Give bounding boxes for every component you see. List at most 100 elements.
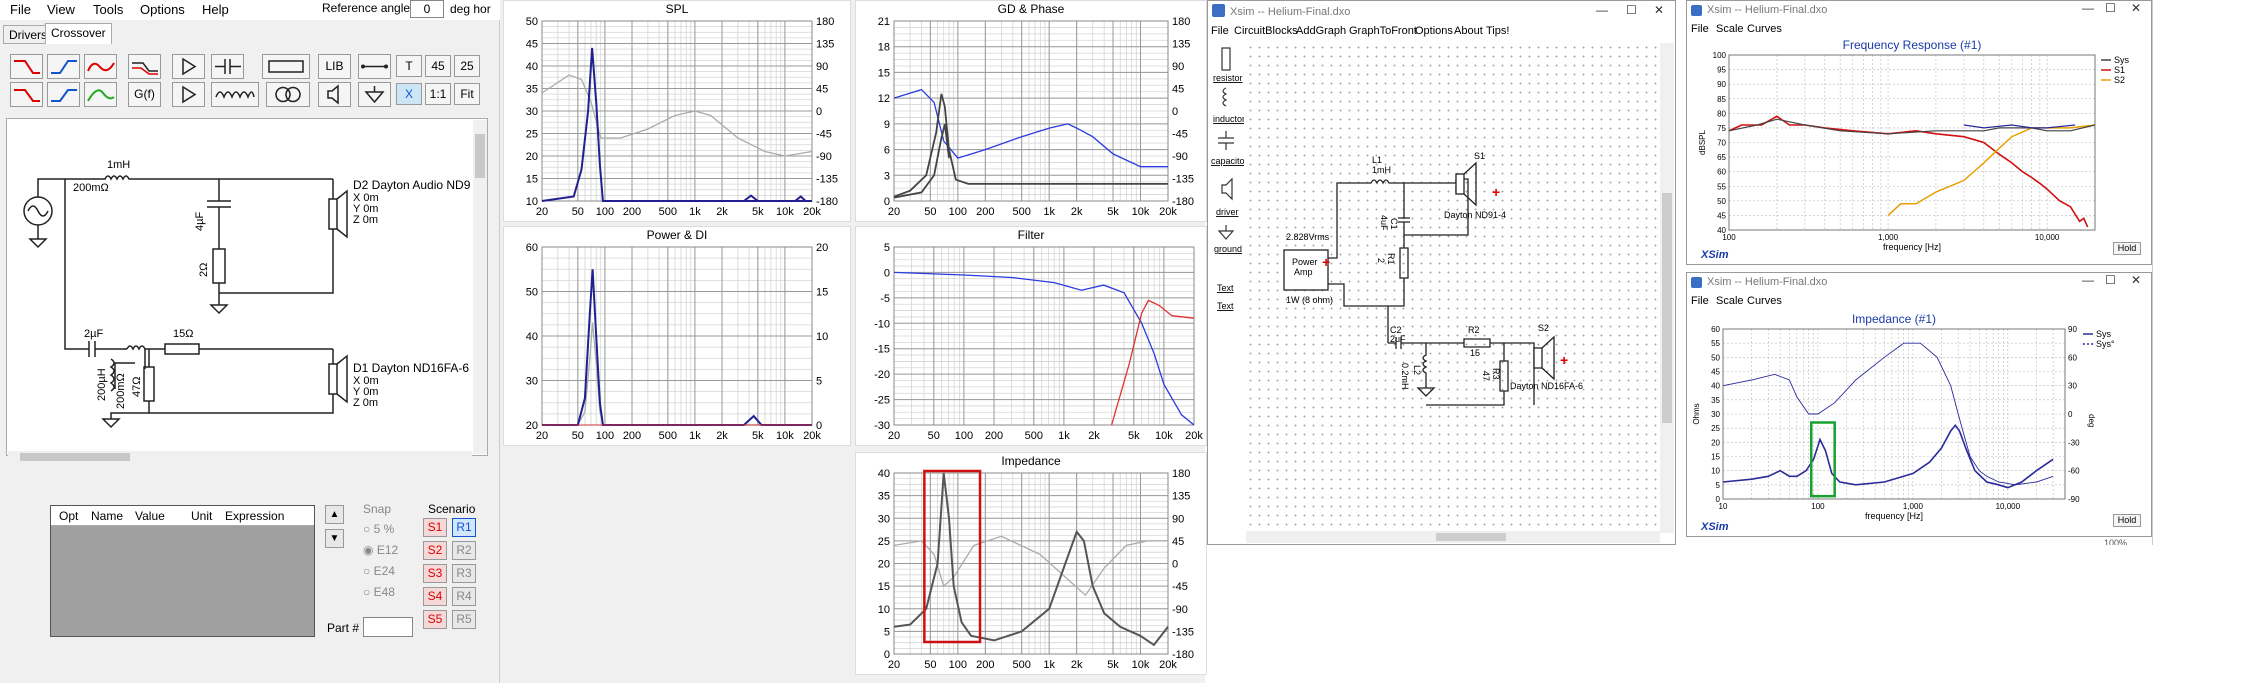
palette-text[interactable]: Text (1217, 283, 1234, 293)
speaker-icon[interactable] (318, 82, 351, 107)
palette-driver[interactable]: driver (1216, 207, 1239, 217)
xsim-menu-addgraph[interactable]: AddGraph (1296, 25, 1346, 37)
xsim-menu-tips[interactable]: Tips! (1486, 25, 1509, 37)
xsim-vertical-scrollbar[interactable] (1660, 43, 1674, 533)
schematic-horizontal-scrollbar[interactable] (8, 451, 472, 463)
col-name[interactable]: Name (91, 509, 123, 523)
scenario-s5-button[interactable]: S5 (423, 610, 447, 629)
col-unit[interactable]: Unit (191, 509, 212, 523)
col-value[interactable]: Value (135, 509, 165, 523)
fr-plot-area[interactable]: Frequency Response (#1) 100 95 90 85 80 75 70 65… (1687, 37, 2151, 264)
scenario-s4-button[interactable]: S4 (423, 587, 447, 606)
angle-25-button[interactable]: 25 (454, 55, 480, 77)
delete-button[interactable]: X (396, 83, 422, 105)
xsim-impedance-window[interactable]: Xsim -- Helium-Final.dxo — ☐ ✕ File Scal… (1686, 272, 2152, 537)
close-icon[interactable]: ✕ (2131, 273, 2141, 287)
snap-e48-radio[interactable]: ○ E48 (363, 585, 395, 599)
col-expression[interactable]: Expression (225, 509, 284, 523)
impedance-chart[interactable]: Impedance 20 50 100 200 500 1k 2k 5k 10k 20k 40 35 3… (855, 452, 1207, 675)
optimizer-table[interactable]: Opt Name Value Unit Expression (50, 505, 315, 637)
palette-inductor[interactable]: inductor (1213, 114, 1244, 124)
xsim-menu-circuitblocks[interactable]: CircuitBlocks (1234, 25, 1298, 37)
lowpass-blue-button[interactable] (47, 54, 80, 79)
minimize-icon[interactable]: — (2082, 1, 2094, 15)
angle-45-button[interactable]: 45 (425, 55, 451, 77)
power-di-chart[interactable]: Power & DI 20 50 100 200 500 1k 2k 5k 10k 20k 60 50… (503, 226, 851, 446)
imp-menu-scale[interactable]: Scale (1716, 295, 1744, 307)
menu-options[interactable]: Options (140, 2, 185, 17)
fr-menu-curves[interactable]: Curves (1747, 23, 1782, 35)
zoom-1-1-button[interactable]: 1:1 (425, 83, 451, 105)
resistor-icon[interactable] (262, 54, 310, 79)
maximize-icon[interactable]: ☐ (2105, 1, 2116, 15)
minimize-icon[interactable]: — (1596, 3, 1608, 17)
scenario-s1-button[interactable]: S1 (423, 518, 447, 537)
scenario-r2-button[interactable]: R2 (452, 541, 476, 560)
fr-menu-scale[interactable]: Scale (1716, 23, 1744, 35)
amplifier-outline-icon[interactable] (172, 82, 205, 107)
ground-icon[interactable] (358, 82, 391, 107)
menu-tools[interactable]: Tools (93, 2, 123, 17)
gd-phase-chart[interactable]: GD & Phase 20 50 100 200 500 1k 2k 5k 10k 20k 21 18… (855, 0, 1207, 222)
scenario-r3-button[interactable]: R3 (452, 564, 476, 583)
menu-help[interactable]: Help (202, 2, 229, 17)
fr-hold-button[interactable]: Hold (2113, 242, 2141, 255)
palette-capacitor[interactable]: capacitor (1211, 156, 1244, 166)
move-down-button[interactable]: ▼ (325, 529, 344, 548)
text-tool-button[interactable]: T (396, 55, 422, 77)
library-button[interactable]: LIB (318, 54, 351, 79)
transfer-function-button[interactable]: G(f) (128, 82, 161, 107)
lowpass-red-button[interactable] (10, 82, 43, 107)
inductor-icon[interactable] (211, 82, 259, 107)
tab-crossover[interactable]: Crossover (45, 23, 112, 44)
close-icon[interactable]: ✕ (1654, 3, 1664, 17)
spl-chart[interactable]: SPL 20 50 100 200 500 1k 2k 5k 10k 20k 50 45 40 35 30 2… (503, 0, 851, 222)
xsim-menu-graphtofront[interactable]: GraphToFront (1349, 25, 1417, 37)
transformer-icon[interactable] (266, 82, 310, 107)
xsim-menu-file[interactable]: File (1211, 25, 1229, 37)
scenario-r5-button[interactable]: R5 (452, 610, 476, 629)
snap-5-radio[interactable]: ○ 5 % (363, 522, 394, 536)
scenario-s3-button[interactable]: S3 (423, 564, 447, 583)
scenario-r1-button[interactable]: R1 (452, 518, 476, 537)
snap-e12-radio[interactable]: ◉ E12 (363, 543, 398, 557)
scenario-s2-button[interactable]: S2 (423, 541, 447, 560)
capacitor-icon[interactable] (211, 54, 244, 79)
xsim-menu-about[interactable]: About (1454, 25, 1483, 37)
xsim-circuit-canvas[interactable]: + + + 2.828Vrms Power Amp 1W (8 ohm) L1 1m… (1246, 43, 1660, 533)
palette-resistor[interactable]: resistor (1213, 73, 1243, 83)
wire-icon[interactable] (358, 54, 391, 79)
xsim-main-window[interactable]: Xsim -- Helium-Final.dxo — ☐ ✕ File Circ… (1207, 0, 1676, 545)
minimize-icon[interactable]: — (2082, 273, 2094, 287)
move-up-button[interactable]: ▲ (325, 505, 344, 524)
shelf-button[interactable] (128, 54, 161, 79)
menu-view[interactable]: View (47, 2, 75, 17)
xsim-frequency-response-window[interactable]: Xsim -- Helium-Final.dxo — ☐ ✕ File Scal… (1686, 0, 2152, 265)
snap-e24-radio[interactable]: ○ E24 (363, 564, 395, 578)
schematic-vertical-scrollbar[interactable] (473, 120, 487, 454)
palette-ground[interactable]: ground (1214, 244, 1242, 254)
fr-menu-file[interactable]: File (1691, 23, 1709, 35)
imp-plot-area[interactable]: Impedance (#1) 60 55 50 45 40 35 30 25 20 15 10 5 0 90… (1687, 309, 2151, 536)
imp-menu-file[interactable]: File (1691, 295, 1709, 307)
bandpass-red-button[interactable] (84, 54, 117, 79)
part-number-input[interactable] (363, 617, 413, 637)
amplifier-icon[interactable] (172, 54, 205, 79)
schematic-canvas[interactable]: 1mH 200mΩ 4µF 2Ω D2 Dayton Audio ND9 X 0… (6, 118, 488, 456)
highpass-red-button[interactable] (10, 54, 43, 79)
imp-hold-button[interactable]: Hold (2113, 514, 2141, 527)
xsim-menu-options[interactable]: Options (1415, 25, 1453, 37)
menu-file[interactable]: File (10, 2, 31, 17)
reference-angle-input[interactable]: 0 (410, 0, 444, 18)
scenario-r4-button[interactable]: R4 (452, 587, 476, 606)
maximize-icon[interactable]: ☐ (1626, 3, 1637, 17)
close-icon[interactable]: ✕ (2131, 1, 2141, 15)
highpass-blue-button[interactable] (47, 82, 80, 107)
filter-chart[interactable]: Filter 20 50 100 200 500 1k 2k 5k 10k 20k 5 0 -5 -10-… (855, 226, 1207, 446)
zoom-fit-button[interactable]: Fit (454, 83, 480, 105)
maximize-icon[interactable]: ☐ (2105, 273, 2116, 287)
bandpass-green-button[interactable] (84, 82, 117, 107)
col-opt[interactable]: Opt (59, 509, 78, 523)
imp-menu-curves[interactable]: Curves (1747, 295, 1782, 307)
xsim-horizontal-scrollbar[interactable] (1246, 531, 1660, 543)
